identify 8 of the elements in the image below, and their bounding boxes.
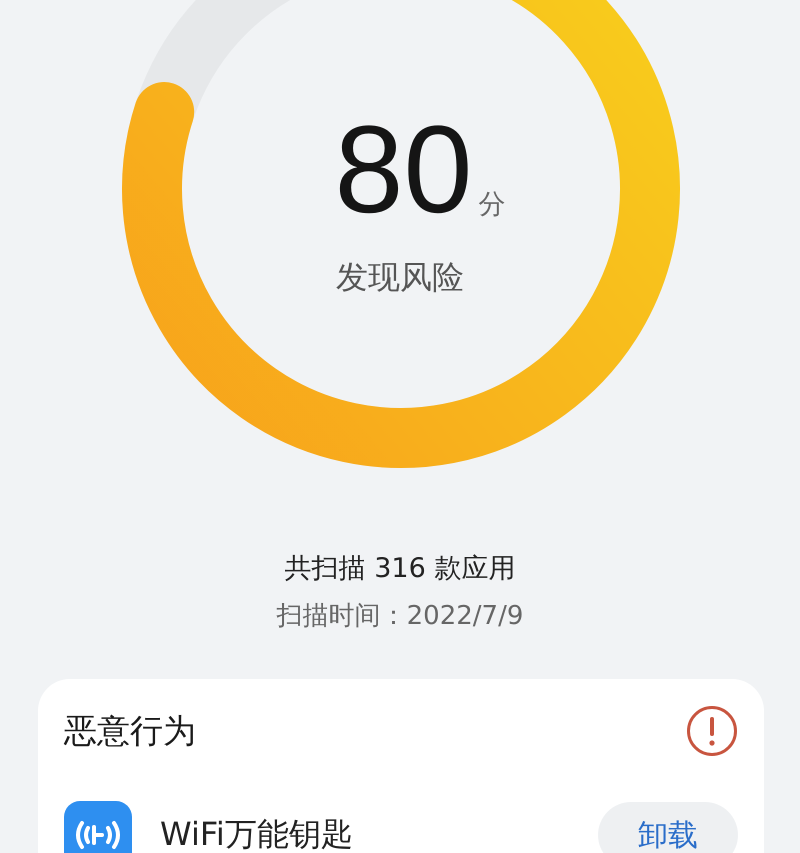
uninstall-button[interactable]: 卸载 <box>598 802 738 853</box>
score-value: 80 <box>334 108 472 232</box>
app-name: WiFi万能钥匙 <box>160 814 354 853</box>
risk-status: 发现风险 <box>336 257 464 298</box>
card-title: 恶意行为 <box>64 710 196 752</box>
scan-summary: 共扫描 316 款应用 <box>284 552 516 586</box>
score-unit: 分 <box>478 188 506 222</box>
scan-time: 扫描时间：2022/7/9 <box>276 600 524 633</box>
